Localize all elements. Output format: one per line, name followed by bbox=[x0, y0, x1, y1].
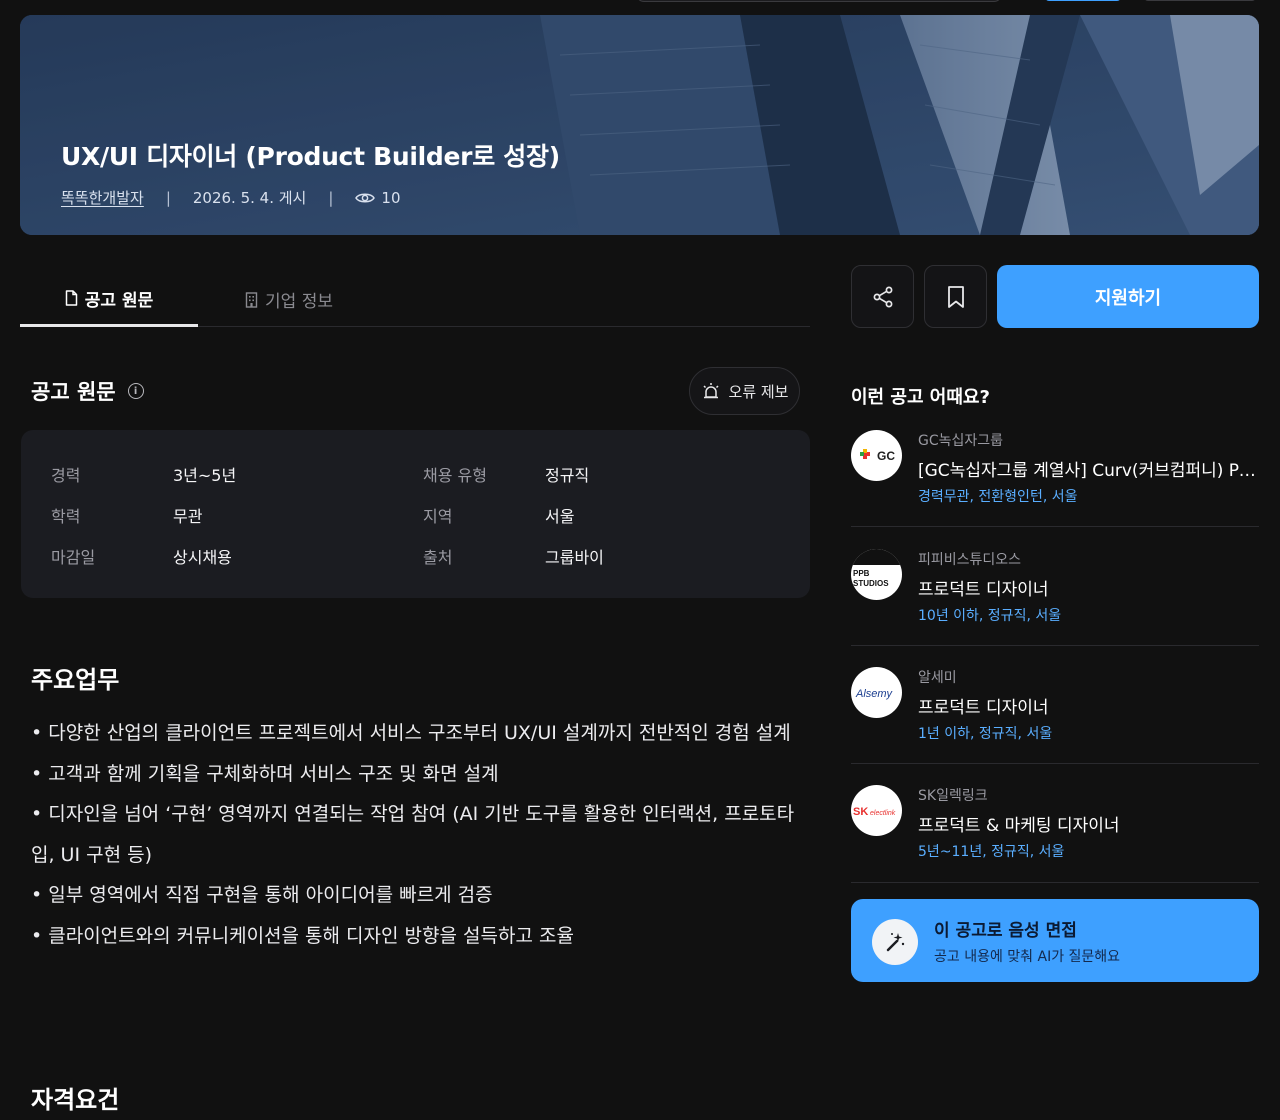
report-error-label: 오류 제보 bbox=[728, 382, 789, 401]
tab-job-posting[interactable]: 공고 원문 bbox=[20, 272, 198, 327]
report-error-button[interactable]: 오류 제보 bbox=[689, 367, 800, 415]
source-value: 그룹바이 bbox=[545, 548, 604, 567]
bookmark-icon bbox=[947, 285, 964, 308]
job-meta: 똑똑한개발자 | 2026. 5. 4. 게시 | 10 bbox=[61, 187, 401, 208]
share-button[interactable] bbox=[851, 265, 914, 328]
employment-type-value: 정규직 bbox=[545, 466, 590, 485]
region-label: 지역 bbox=[423, 507, 453, 526]
recommend-tags: 10년 이하, 정규직, 서울 bbox=[918, 608, 1062, 624]
employment-type-label: 채용 유형 bbox=[423, 466, 487, 485]
eye-icon bbox=[355, 193, 376, 202]
recommend-tags: 1년 이하, 정규직, 서울 bbox=[918, 726, 1053, 742]
svg-text:SK: SK bbox=[853, 806, 868, 818]
svg-text:GC: GC bbox=[877, 449, 895, 463]
duties-heading: 주요업무 bbox=[31, 666, 120, 694]
voice-interview-card[interactable]: 이 공고로 음성 면접 공고 내용에 맞춰 AI가 질문해요 bbox=[851, 899, 1259, 982]
header-secondary-button[interactable] bbox=[1144, 0, 1256, 1]
alsemy-logo: Alsemy bbox=[851, 667, 902, 718]
tab-label: 기업 정보 bbox=[265, 292, 333, 312]
qualifications-heading: 자격요건 bbox=[31, 1086, 120, 1114]
ppb-studios-logo: PPB STUDIOS bbox=[851, 549, 902, 600]
recommend-item[interactable]: GC GC녹십자그룹 [GC녹십자그룹 계열사] Curv(커브컴퍼니) Pr.… bbox=[851, 423, 1259, 527]
gc-logo-mark: GC bbox=[860, 449, 895, 463]
duty-item: • 다양한 산업의 클라이언트 프로젝트에서 서비스 구조부터 UX/UI 설계… bbox=[31, 722, 791, 744]
svg-text:Alsemy: Alsemy bbox=[855, 688, 894, 700]
education-value: 무관 bbox=[173, 507, 203, 526]
sk-electlink-logo: SK electlink bbox=[851, 785, 902, 836]
duty-item: • 일부 영역에서 직접 구현을 통해 아이디어를 빠르게 검증 bbox=[31, 884, 493, 907]
alsemy-logo-mark: Alsemy bbox=[855, 688, 894, 700]
apply-button[interactable]: 지원하기 bbox=[997, 265, 1259, 328]
source-label: 출처 bbox=[423, 548, 453, 567]
view-count-value: 10 bbox=[381, 188, 401, 207]
career-label: 경력 bbox=[51, 466, 81, 485]
recommend-tags: 경력무관, 전환형인턴, 서울 bbox=[918, 489, 1078, 505]
recommend-item[interactable]: SK electlink SK일렉링크 프로덕트 & 마케팅 디자이너 5년~1… bbox=[851, 764, 1259, 883]
bookmark-button[interactable] bbox=[924, 265, 987, 328]
meta-separator: | bbox=[165, 188, 171, 207]
tab-label: 공고 원문 bbox=[84, 290, 154, 311]
hero-banner: UX/UI 디자이너 (Product Builder로 성장) 똑똑한개발자 … bbox=[20, 15, 1259, 235]
recommend-item[interactable]: Alsemy 알세미 프로덕트 디자이너 1년 이하, 정규직, 서울 bbox=[851, 646, 1259, 764]
recommend-job-title: 프로덕트 디자이너 bbox=[918, 698, 1049, 718]
job-summary-box: 경력 3년~5년 채용 유형 정규직 학력 무관 지역 서울 마감일 상시채용 … bbox=[21, 430, 810, 598]
header-search-bar[interactable] bbox=[636, 0, 1002, 2]
recommend-item[interactable]: PPB STUDIOS 피피비스튜디오스 프로덕트 디자이너 10년 이하, 정… bbox=[851, 528, 1259, 646]
meta-separator: | bbox=[328, 188, 334, 207]
tab-company-info[interactable]: 기업 정보 bbox=[198, 272, 380, 327]
recommend-company: SK일렉링크 bbox=[918, 788, 988, 804]
header-primary-button[interactable] bbox=[1045, 0, 1121, 1]
duty-item: • 고객과 함께 기획을 구체화하며 서비스 구조 및 화면 설계 bbox=[31, 762, 499, 785]
recommend-tags: 5년~11년, 정규직, 서울 bbox=[918, 844, 1065, 860]
recommend-company: GC녹십자그룹 bbox=[918, 433, 1004, 449]
view-count: 10 bbox=[355, 188, 401, 207]
share-icon bbox=[873, 286, 892, 307]
company-link[interactable]: 똑똑한개발자 bbox=[61, 187, 144, 208]
recommend-company: 알세미 bbox=[918, 670, 957, 686]
recommend-company: 피피비스튜디오스 bbox=[918, 552, 1022, 568]
svg-text:electlink: electlink bbox=[870, 810, 896, 817]
svg-text:PPB: PPB bbox=[853, 569, 870, 578]
recommend-job-title: [GC녹십자그룹 계열사] Curv(커브컴퍼니) Pr... bbox=[918, 461, 1258, 481]
region-value: 서울 bbox=[545, 507, 575, 526]
duties-list: • 다양한 산업의 클라이언트 프로젝트에서 서비스 구조부터 UX/UI 설계… bbox=[31, 713, 801, 957]
info-icon[interactable]: i bbox=[127, 383, 144, 399]
magic-wand-icon bbox=[872, 919, 918, 965]
deadline-value: 상시채용 bbox=[173, 548, 232, 567]
document-icon bbox=[65, 290, 77, 306]
building-icon bbox=[245, 291, 258, 308]
education-label: 학력 bbox=[51, 507, 81, 526]
job-title: UX/UI 디자이너 (Product Builder로 성장) bbox=[61, 142, 560, 171]
career-value: 3년~5년 bbox=[173, 466, 237, 485]
sk-logo-mark: SK electlink bbox=[853, 806, 896, 818]
gc-logo: GC bbox=[851, 430, 902, 481]
duty-item: • 클라이언트와의 커뮤니케이션을 통해 디자인 방향을 설득하고 조율 bbox=[31, 924, 574, 947]
voice-interview-subtitle: 공고 내용에 맞춰 AI가 질문해요 bbox=[934, 949, 1121, 965]
posted-date: 2026. 5. 4. 게시 bbox=[192, 189, 307, 207]
section-title: 공고 원문 i bbox=[31, 376, 144, 406]
recommend-heading: 이런 공고 어때요? bbox=[851, 387, 990, 408]
siren-icon bbox=[702, 383, 719, 399]
recommend-job-title: 프로덕트 & 마케팅 디자이너 bbox=[918, 816, 1120, 836]
content-tabs: 공고 원문 기업 정보 bbox=[20, 272, 810, 327]
ppb-logo-mark: PPB STUDIOS bbox=[851, 549, 902, 588]
voice-interview-title: 이 공고로 음성 면접 bbox=[934, 921, 1077, 941]
deadline-label: 마감일 bbox=[51, 548, 96, 567]
recommend-job-title: 프로덕트 디자이너 bbox=[918, 580, 1049, 600]
section-title-text: 공고 원문 bbox=[31, 380, 116, 404]
duty-item: • 디자인을 넘어 ‘구현’ 영역까지 연결되는 작업 참여 (AI 기반 도구… bbox=[31, 803, 795, 866]
svg-text:STUDIOS: STUDIOS bbox=[853, 579, 889, 588]
